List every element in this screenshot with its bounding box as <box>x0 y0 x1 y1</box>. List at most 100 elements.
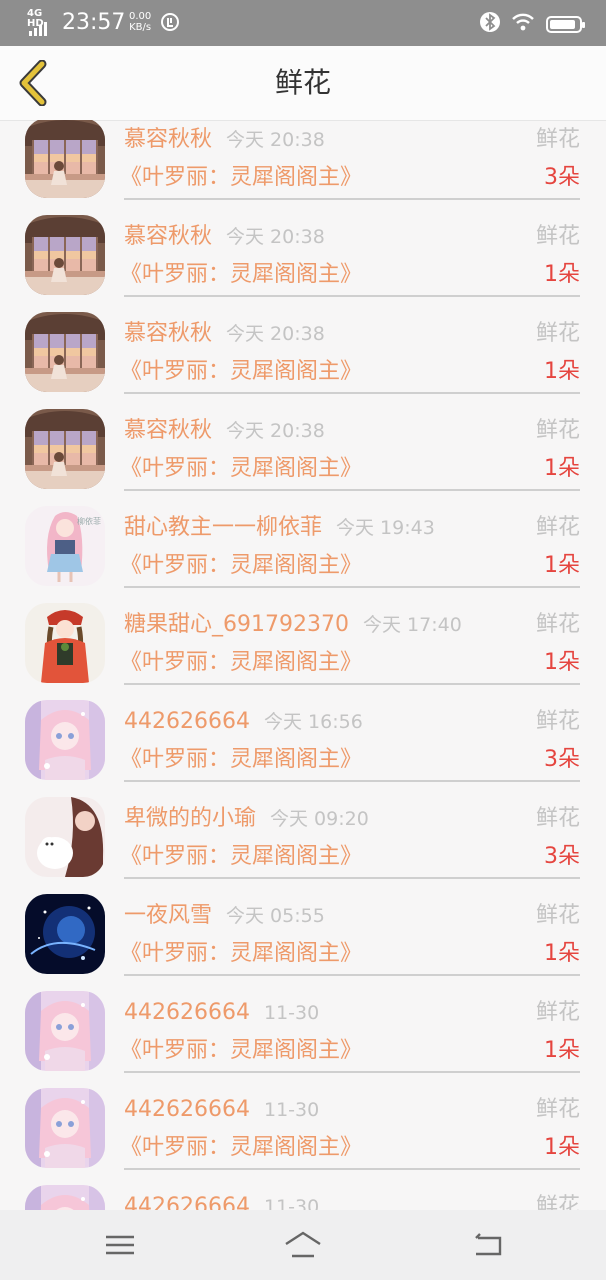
avatar[interactable] <box>25 120 105 198</box>
gift-type: 鲜花 <box>535 127 580 152</box>
gift-type: 鲜花 <box>535 1097 580 1122</box>
book-title[interactable]: 《叶罗丽：灵犀阁阁主》 <box>120 1134 362 1162</box>
avatar[interactable] <box>25 1088 105 1168</box>
sender-name[interactable]: 糖果甜心_691792370 今天 17:40 <box>124 611 462 639</box>
avatar[interactable] <box>25 409 105 489</box>
avatar[interactable] <box>25 700 105 780</box>
list-item[interactable]: 慕容秋秋 今天 20:38 鲜花 《叶罗丽：灵犀阁阁主》 3朵 <box>0 120 606 217</box>
gift-type: 鲜花 <box>535 612 580 637</box>
book-title[interactable]: 《叶罗丽：灵犀阁阁主》 <box>120 940 362 968</box>
list-item[interactable]: 卑微的的小瑜 今天 09:20 鲜花 《叶罗丽：灵犀阁阁主》 3朵 <box>0 797 606 896</box>
sender-name[interactable]: 442626664 11-30 <box>124 1193 319 1210</box>
home-icon[interactable] <box>283 1228 323 1262</box>
gift-time: 今天 09:20 <box>270 808 369 830</box>
gift-type: 鲜花 <box>535 903 580 928</box>
back-icon[interactable] <box>468 1228 508 1262</box>
list-item[interactable]: 慕容秋秋 今天 20:38 鲜花 《叶罗丽：灵犀阁阁主》 1朵 <box>0 312 606 411</box>
gift-count: 3朵 <box>544 844 580 869</box>
speed-unit: KB/s <box>129 22 152 33</box>
gift-count: 1朵 <box>544 553 580 578</box>
divider <box>124 1168 580 1170</box>
divider <box>124 1071 580 1073</box>
list-item[interactable]: 柳依菲 甜心教主一一柳依菲 今天 19:43 鲜花 《叶罗丽：灵犀阁阁主》 1朵 <box>0 506 606 605</box>
usb-icon <box>160 12 180 36</box>
gift-type: 鲜花 <box>535 1194 580 1210</box>
gift-time: 今天 20:38 <box>226 129 325 151</box>
gift-time: 今天 19:43 <box>336 517 435 539</box>
avatar[interactable] <box>25 894 105 974</box>
gift-count: 3朵 <box>544 747 580 772</box>
book-title[interactable]: 《叶罗丽：灵犀阁阁主》 <box>120 358 362 386</box>
sender-name[interactable]: 慕容秋秋 今天 20:38 <box>124 417 325 445</box>
menu-icon[interactable] <box>100 1228 140 1262</box>
divider <box>124 683 580 685</box>
svg-text:柳依菲: 柳依菲 <box>77 516 101 526</box>
gift-count: 1朵 <box>544 1135 580 1160</box>
avatar[interactable] <box>25 1185 105 1210</box>
sender-name[interactable]: 442626664 11-30 <box>124 1096 319 1124</box>
gift-time: 今天 16:56 <box>263 711 363 733</box>
gift-time: 11-30 <box>263 1002 320 1024</box>
book-title[interactable]: 《叶罗丽：灵犀阁阁主》 <box>120 649 362 677</box>
gift-time: 今天 05:55 <box>226 905 325 927</box>
divider <box>124 780 580 782</box>
gift-type: 鲜花 <box>535 515 580 540</box>
sender-name[interactable]: 442626664 11-30 <box>124 999 319 1027</box>
list-item[interactable]: 一夜风雪 今天 05:55 鲜花 《叶罗丽：灵犀阁阁主》 1朵 <box>0 894 606 993</box>
gift-count: 1朵 <box>544 359 580 384</box>
gift-type: 鲜花 <box>535 321 580 346</box>
gift-type: 鲜花 <box>535 709 580 734</box>
avatar[interactable]: 柳依菲 <box>25 506 105 586</box>
divider <box>124 198 580 200</box>
list-item[interactable]: 442626664 11-30 鲜花 《叶罗丽：灵犀阁阁主》 1朵 <box>0 1088 606 1187</box>
gift-count: 1朵 <box>544 456 580 481</box>
bluetooth-icon <box>480 11 500 37</box>
gift-time: 今天 17:40 <box>362 614 462 636</box>
wifi-icon <box>512 13 534 35</box>
status-bar: 4G HD 23:57 0.00 KB/s <box>0 0 606 46</box>
gift-time: 11-30 <box>263 1196 320 1210</box>
network-speed: 0.00 KB/s <box>129 11 151 33</box>
sender-name[interactable]: 442626664 今天 16:56 <box>124 708 363 736</box>
divider <box>124 586 580 588</box>
book-title[interactable]: 《叶罗丽：灵犀阁阁主》 <box>120 746 362 774</box>
gift-count: 1朵 <box>544 1038 580 1063</box>
list-item[interactable]: 442626664 11-30 鲜花 <box>0 1185 606 1210</box>
gift-count: 1朵 <box>544 650 580 675</box>
book-title[interactable]: 《叶罗丽：灵犀阁阁主》 <box>120 164 362 192</box>
avatar[interactable] <box>25 797 105 877</box>
flower-record-list: 慕容秋秋 今天 20:38 鲜花 《叶罗丽：灵犀阁阁主》 3朵 慕容秋秋 今天 20… <box>0 120 606 1210</box>
gift-type: 鲜花 <box>535 224 580 249</box>
list-item[interactable]: 442626664 11-30 鲜花 《叶罗丽：灵犀阁阁主》 1朵 <box>0 991 606 1090</box>
sender-name[interactable]: 卑微的的小瑜 今天 09:20 <box>124 805 369 833</box>
gift-type: 鲜花 <box>535 418 580 443</box>
avatar[interactable] <box>25 312 105 392</box>
battery-icon <box>546 15 585 33</box>
list-item[interactable]: 慕容秋秋 今天 20:38 鲜花 《叶罗丽：灵犀阁阁主》 1朵 <box>0 409 606 508</box>
gift-count: 1朵 <box>544 941 580 966</box>
book-title[interactable]: 《叶罗丽：灵犀阁阁主》 <box>120 455 362 483</box>
book-title[interactable]: 《叶罗丽：灵犀阁阁主》 <box>120 552 362 580</box>
avatar[interactable] <box>25 215 105 295</box>
book-title[interactable]: 《叶罗丽：灵犀阁阁主》 <box>120 261 362 289</box>
gift-time: 今天 20:38 <box>226 420 325 442</box>
list-item[interactable]: 442626664 今天 16:56 鲜花 《叶罗丽：灵犀阁阁主》 3朵 <box>0 700 606 799</box>
book-title[interactable]: 《叶罗丽：灵犀阁阁主》 <box>120 843 362 871</box>
list-item[interactable]: 慕容秋秋 今天 20:38 鲜花 《叶罗丽：灵犀阁阁主》 1朵 <box>0 215 606 314</box>
divider <box>124 295 580 297</box>
sender-name[interactable]: 慕容秋秋 今天 20:38 <box>124 223 325 251</box>
avatar[interactable] <box>25 603 105 683</box>
sender-name[interactable]: 慕容秋秋 今天 20:38 <box>124 126 325 154</box>
nav-bar <box>0 1210 606 1280</box>
sender-name[interactable]: 慕容秋秋 今天 20:38 <box>124 320 325 348</box>
status-time: 23:57 <box>62 10 126 35</box>
book-title[interactable]: 《叶罗丽：灵犀阁阁主》 <box>120 1037 362 1065</box>
avatar[interactable] <box>25 991 105 1071</box>
gift-type: 鲜花 <box>535 806 580 831</box>
sender-name[interactable]: 甜心教主一一柳依菲 今天 19:43 <box>124 514 435 542</box>
gift-time: 今天 20:38 <box>226 323 325 345</box>
list-item[interactable]: 糖果甜心_691792370 今天 17:40 鲜花 《叶罗丽：灵犀阁阁主》 1朵 <box>0 603 606 702</box>
sender-name[interactable]: 一夜风雪 今天 05:55 <box>124 902 325 930</box>
signal-icon: 4G HD <box>27 9 57 36</box>
gift-time: 11-30 <box>263 1099 320 1121</box>
